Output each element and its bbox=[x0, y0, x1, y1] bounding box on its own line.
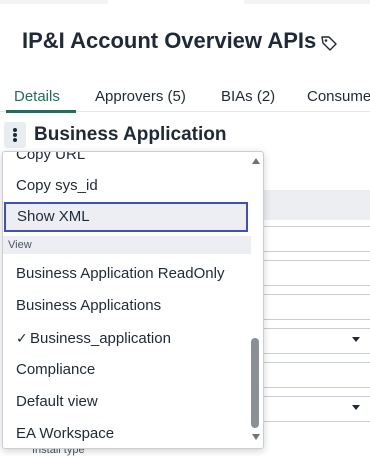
tab-bar: Details Approvers (5) BIAs (2) Consume bbox=[0, 84, 370, 113]
scrollbar-thumb[interactable] bbox=[251, 338, 259, 428]
checkmark-icon: ✓ bbox=[16, 330, 28, 346]
active-tab-indicator bbox=[6, 110, 76, 113]
more-vertical-icon bbox=[13, 128, 17, 132]
form-section-band bbox=[262, 190, 370, 220]
more-actions-button[interactable] bbox=[4, 122, 26, 148]
tab-bias[interactable]: BIAs (2) bbox=[221, 88, 275, 105]
tab-details[interactable]: Details bbox=[14, 88, 60, 105]
context-menu: Copy URL Copy sys_id Show XML View Busin… bbox=[2, 151, 264, 449]
form-field[interactable] bbox=[262, 260, 370, 286]
menu-item-view-business-application-readonly[interactable]: Business Application ReadOnly bbox=[3, 259, 251, 289]
menu-item-show-xml[interactable]: Show XML bbox=[4, 202, 248, 232]
menu-item-view-ea-workspace[interactable]: EA Workspace bbox=[3, 419, 251, 448]
more-vertical-icon-dot bbox=[13, 133, 17, 137]
tab-consumers[interactable]: Consume bbox=[307, 88, 370, 105]
page-title: IP&I Account Overview APIs bbox=[22, 28, 317, 53]
scroll-down-arrow-icon[interactable] bbox=[252, 434, 260, 440]
menu-item-view-business-application[interactable]: ✓ Business_application bbox=[3, 323, 251, 353]
top-strip-gap bbox=[108, 0, 244, 4]
form-field[interactable] bbox=[262, 362, 370, 388]
chevron-down-icon bbox=[352, 405, 360, 410]
menu-item-label: Business_application bbox=[30, 330, 171, 347]
scroll-up-arrow-icon[interactable] bbox=[252, 158, 260, 164]
chevron-down-icon bbox=[352, 337, 360, 342]
tag-icon[interactable] bbox=[320, 34, 338, 52]
tab-approvers[interactable]: Approvers (5) bbox=[95, 88, 186, 105]
form-select[interactable] bbox=[262, 396, 370, 422]
form-select[interactable] bbox=[262, 328, 370, 354]
menu-item-copy-url[interactable]: Copy URL bbox=[3, 152, 251, 170]
form-field[interactable] bbox=[262, 226, 370, 252]
form-field[interactable] bbox=[262, 294, 370, 320]
menu-item-view-business-applications[interactable]: Business Applications bbox=[3, 291, 251, 321]
menu-group-view: View bbox=[3, 236, 251, 254]
menu-item-copy-sys-id[interactable]: Copy sys_id bbox=[3, 171, 251, 201]
more-vertical-icon-dot bbox=[13, 138, 17, 142]
section-title: Business Application bbox=[34, 124, 227, 145]
menu-item-view-compliance[interactable]: Compliance bbox=[3, 355, 251, 385]
menu-item-view-default[interactable]: Default view bbox=[3, 387, 251, 417]
